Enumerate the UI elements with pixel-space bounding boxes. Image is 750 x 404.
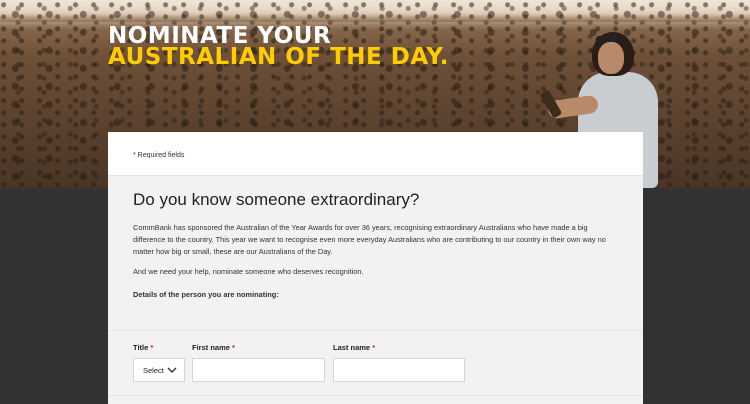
last-name-input[interactable] xyxy=(333,358,465,382)
required-star: * xyxy=(372,343,376,352)
headline-line-2: AUSTRALIAN OF THE DAY. xyxy=(108,44,450,70)
person-sunglasses xyxy=(596,36,618,42)
nomination-form: * Required fields Do you know someone ex… xyxy=(108,132,643,404)
chevron-down-icon xyxy=(167,367,177,373)
section-label: Details of the person you are nominating… xyxy=(133,290,279,299)
last-name-label-text: Last name xyxy=(333,343,371,352)
form-heading: Do you know someone extraordinary? xyxy=(133,190,420,209)
last-name-label: Last name * xyxy=(333,343,375,352)
first-name-label: First name * xyxy=(192,343,235,352)
title-select[interactable]: Select xyxy=(133,358,185,382)
required-fields-note: * Required fields xyxy=(133,152,185,159)
horizon xyxy=(0,14,750,22)
title-select-value: Select xyxy=(143,366,164,375)
person-face xyxy=(598,42,624,74)
first-name-label-text: First name xyxy=(192,343,230,352)
title-label: Title * xyxy=(133,343,153,352)
help-paragraph: And we need your help, nominate someone … xyxy=(133,267,364,276)
intro-paragraph: CommBank has sponsored the Australian of… xyxy=(133,223,606,256)
hero-headline: NOMINATE YOUR AUSTRALIAN OF THE DAY. xyxy=(108,25,450,70)
first-name-input[interactable] xyxy=(192,358,325,382)
section-divider xyxy=(108,330,643,331)
form-row-divider xyxy=(108,395,643,396)
required-fields-bar xyxy=(108,132,643,176)
required-star: * xyxy=(232,343,235,352)
required-star: * xyxy=(150,343,154,352)
title-label-text: Title xyxy=(133,343,149,352)
